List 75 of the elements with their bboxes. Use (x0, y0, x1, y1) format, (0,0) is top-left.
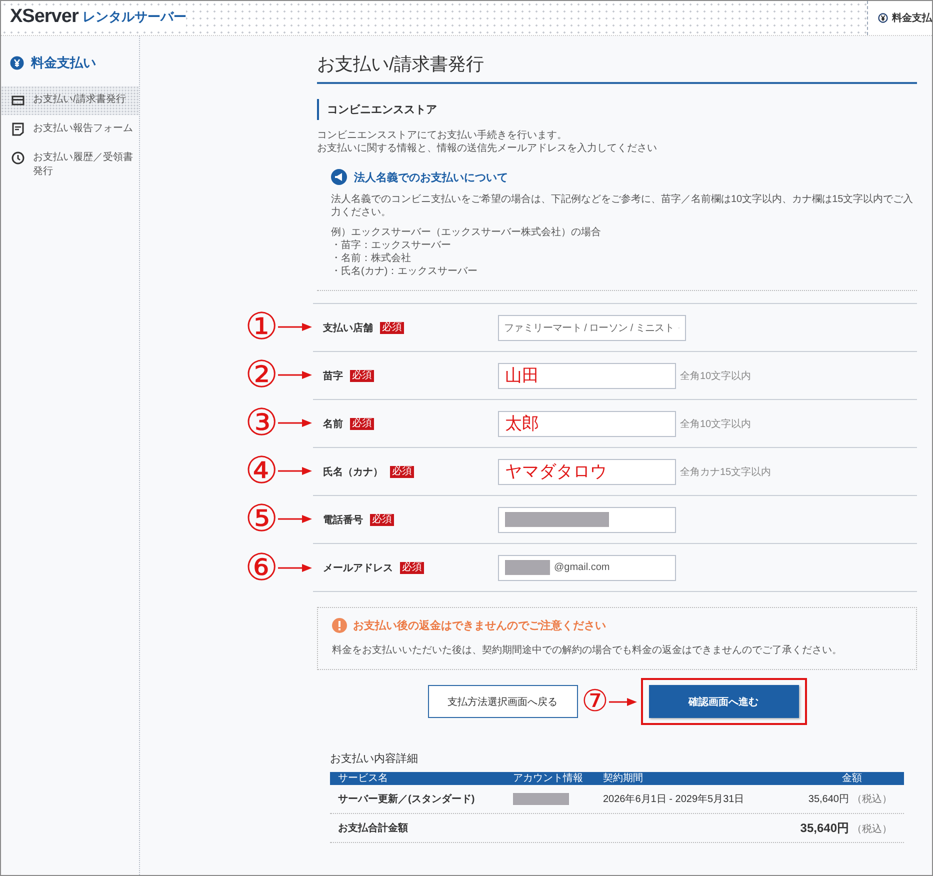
annotation-number: ⑥ (245, 546, 278, 590)
confirm-button[interactable]: 確認画面へ進む (648, 685, 798, 718)
notice-text: 法人名義でのコンビニ支払いをご希望の場合は、下記例などをご参考に、苗字／名前欄は10文字以内、カナ欄は15文字以内でご入力ください。 (331, 193, 914, 219)
input-field[interactable]: @gmail.com (498, 554, 676, 580)
field-label: 氏名（カナ） (323, 466, 383, 478)
logo-subtitle: レンタルサーバー (82, 8, 186, 26)
annotation-arrow (278, 418, 312, 428)
column-header: 契約期間 (603, 772, 644, 784)
field-label: 名前 (323, 418, 343, 430)
example-text: ・名前：株式会社 (331, 252, 412, 265)
sidebar-title: 料金支払い (31, 54, 96, 72)
tax-note: （税込） (852, 794, 892, 805)
annotation-number: ④ (245, 449, 278, 493)
hint-text: 全角カナ15文字以内 (680, 466, 772, 478)
card-icon (11, 93, 25, 107)
amount-text: 35,640円 (800, 820, 849, 834)
back-button[interactable]: 支払方法選択画面へ戻る (428, 685, 578, 718)
section-heading: コンビニエンスストア (317, 99, 917, 120)
input-field[interactable]: 太郎 (498, 410, 676, 436)
annotation-number: ② (245, 353, 278, 397)
intro-text: コンビニエンスストアにてお支払い手続きを行います。 (317, 129, 568, 142)
sidebar-item[interactable]: お支払い/請求書発行 (1, 86, 139, 115)
hint-text: 全角10文字以内 (680, 370, 752, 382)
required-badge: 必須 (400, 562, 424, 574)
required-badge: 必須 (350, 370, 374, 382)
table-cell-text: サーバー更新／(スタンダード) (338, 792, 476, 806)
page-title: お支払い/請求書発行 (317, 52, 917, 84)
document-icon (11, 122, 25, 136)
annotation-number: ① (245, 305, 278, 349)
required-badge: 必須 (370, 514, 394, 526)
input-field[interactable] (498, 506, 676, 532)
input-field[interactable]: 山田 (498, 362, 676, 388)
annotation-arrow (278, 514, 312, 524)
clock-icon (11, 151, 25, 165)
table-cell-text: お支払合計金額 (338, 822, 409, 835)
example-text: ・氏名(カナ)：エックスサーバー (331, 265, 479, 278)
annotation-arrow (278, 562, 312, 572)
notice-title: 法人名義でのお支払いについて (354, 170, 508, 184)
annotation-arrow (278, 370, 312, 380)
input-field[interactable]: ヤマダタロウ (498, 458, 676, 484)
details-heading: お支払い内容詳細 (330, 752, 419, 766)
field-label: 支払い店舗 (323, 321, 373, 334)
dropdown[interactable]: ファミリーマート / ローソン / ミニスト (498, 314, 686, 340)
annotation-number: ⑦ (582, 684, 608, 720)
field-label: メールアドレス (323, 562, 393, 574)
megaphone-icon (331, 169, 347, 185)
amount-text: 35,640円 (808, 794, 849, 805)
annotation-arrow (278, 466, 312, 476)
warning-title: お支払い後の返金はできませんのでご注意ください (353, 618, 606, 633)
column-header: サービス名 (338, 772, 389, 784)
annotation-number: ⑤ (245, 497, 278, 541)
example-text: ・苗字：エックスサーバー (331, 239, 452, 252)
warning-text: 料金をお支払いいただいた後は、契約期間途中での解約の場合でも料金の返金はできませんのでご了承ください。 (332, 644, 843, 657)
column-header: 金額 (841, 772, 863, 784)
sidebar-item[interactable]: お支払い履歴／受領書発行 (1, 144, 139, 187)
column-header: アカウント情報 (513, 772, 584, 784)
annotation-arrow (278, 322, 312, 332)
header-menu-item[interactable]: 料金支払 (867, 1, 932, 35)
annotation-number: ③ (245, 401, 278, 445)
required-badge: 必須 (380, 322, 404, 334)
hint-text: 全角10文字以内 (680, 418, 752, 430)
required-badge: 必須 (390, 466, 414, 478)
example-text: 例）エックスサーバー（エックスサーバー株式会社）の場合 (331, 226, 602, 239)
field-label: 苗字 (323, 369, 343, 382)
logo-text: XServer (10, 6, 78, 28)
field-label: 電話番号 (323, 514, 363, 526)
yen-icon (10, 56, 24, 70)
table-cell-text: 2026年6月1日 - 2029年5月31日 (603, 793, 746, 806)
tax-note: （税込） (852, 824, 892, 834)
sidebar-item[interactable]: お支払い報告フォーム (1, 115, 139, 144)
annotation-arrow (608, 696, 636, 706)
yen-icon (878, 11, 888, 25)
exclamation-icon (332, 618, 347, 633)
required-badge: 必須 (350, 418, 374, 430)
intro-text: お支払いに関する情報と、情報の送信先メールアドレスを入力してください (317, 142, 658, 155)
